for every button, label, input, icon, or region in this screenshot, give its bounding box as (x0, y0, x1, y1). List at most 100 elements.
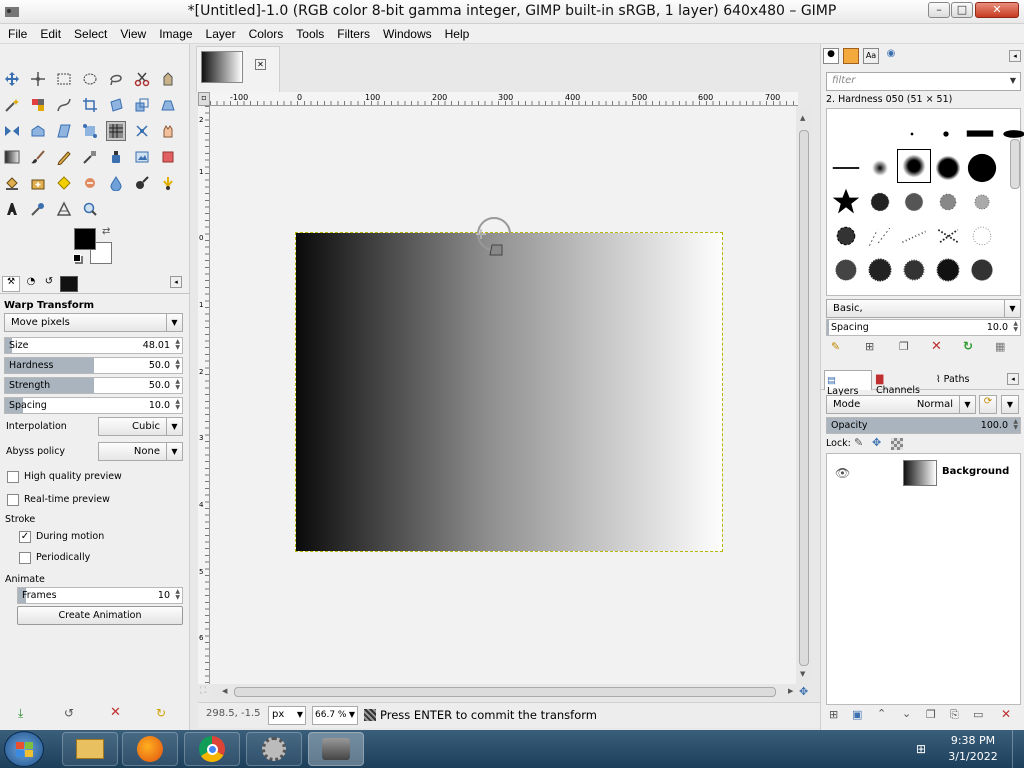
zoom-icon[interactable] (80, 199, 100, 219)
interpolation-select[interactable]: Cubic ▼ (98, 417, 183, 436)
image-tab[interactable]: ✕ (196, 46, 280, 92)
spin-arrows-icon[interactable]: ▲ ▼ (175, 379, 180, 391)
menu-windows[interactable]: Windows (375, 24, 437, 44)
opacity-slider[interactable]: Opacity 100.0 ▲ ▼ (826, 417, 1021, 434)
brush-item[interactable] (829, 219, 863, 253)
align-tool-icon[interactable] (28, 69, 48, 89)
spacing-slider[interactable]: Spacing 10.0 ▲ ▼ (4, 397, 183, 414)
brush-item[interactable] (897, 219, 931, 253)
menu-select[interactable]: Select (66, 24, 112, 44)
raise-layer-icon[interactable]: ⌃ (877, 707, 886, 720)
minimize-button[interactable]: – (928, 2, 950, 18)
maximize-button[interactable]: □ (951, 2, 973, 18)
rect-select-icon[interactable] (54, 69, 74, 89)
delete-brush-icon[interactable]: ✕ (931, 339, 942, 354)
spin-arrows-icon[interactable]: ▲ ▼ (1013, 419, 1018, 431)
unit-select[interactable]: px ▼ (268, 706, 306, 725)
brush-grid[interactable] (826, 108, 1024, 296)
hardness-slider[interactable]: Hardness 50.0 ▲ ▼ (4, 357, 183, 374)
brush-item[interactable] (965, 219, 999, 253)
show-desktop-button[interactable] (1012, 730, 1024, 768)
scroll-down-icon[interactable]: ▼ (800, 670, 805, 678)
visibility-eye-icon[interactable]: 👁 (835, 466, 850, 480)
brush-item[interactable] (931, 185, 965, 219)
dodge-burn-icon[interactable] (132, 173, 152, 193)
shear-tool-icon[interactable] (54, 121, 74, 141)
layer-mask-icon[interactable]: ▭ (973, 708, 983, 721)
heal-tool-icon[interactable] (28, 173, 48, 193)
delete-options-icon[interactable]: ✕ (110, 705, 121, 720)
lasso-icon[interactable] (106, 69, 126, 89)
smudge-icon[interactable] (80, 173, 100, 193)
select-by-color-icon[interactable] (28, 95, 48, 115)
during-motion-checkbox[interactable]: ✓ (19, 531, 31, 543)
taskbar-explorer[interactable] (62, 732, 118, 766)
warp-transform-icon[interactable] (106, 121, 126, 141)
size-slider[interactable]: Size 48.01 ▲ ▼ (4, 337, 183, 354)
zoom-toggle-icon[interactable]: ⛶ (200, 686, 206, 696)
eraser-icon[interactable] (158, 147, 178, 167)
scissors-icon[interactable] (132, 69, 152, 89)
spin-arrows-icon[interactable]: ▲ ▼ (1013, 321, 1018, 333)
duplicate-brush-icon[interactable]: ❐ (899, 340, 909, 353)
taskbar-chrome[interactable] (184, 732, 240, 766)
scale-tool-icon[interactable] (132, 95, 152, 115)
scroll-left-icon[interactable]: ◀ (222, 687, 227, 695)
brush-item[interactable] (863, 151, 897, 185)
spin-arrows-icon[interactable]: ▲ ▼ (175, 359, 180, 371)
layer-mode-dropdown-icon[interactable]: ▼ (1001, 395, 1019, 414)
menu-help[interactable]: Help (437, 24, 475, 44)
taskbar-firefox[interactable] (122, 732, 178, 766)
warp-behavior-select[interactable]: Move pixels ▼ (4, 313, 183, 332)
taskbar-settings[interactable] (246, 732, 302, 766)
brush-item[interactable] (897, 185, 931, 219)
tab-paths[interactable]: ⌇ Paths (934, 370, 978, 390)
menu-colors[interactable]: Colors (241, 24, 289, 44)
handle-transform-icon[interactable] (80, 121, 100, 141)
brush-item[interactable] (829, 151, 863, 185)
tab-layers[interactable]: ▤ Layers (824, 370, 872, 397)
horizontal-scroll-thumb[interactable] (234, 687, 776, 697)
brush-item[interactable] (963, 117, 997, 151)
brush-item[interactable] (931, 151, 965, 185)
fuzzy-select-icon[interactable] (2, 95, 22, 115)
perspective-icon[interactable] (158, 95, 178, 115)
cage-transform-icon[interactable] (28, 121, 48, 141)
brush-item[interactable] (863, 253, 897, 287)
vertical-ruler[interactable]: 2 1 0 1 2 3 4 5 6 (198, 106, 210, 684)
brush-scroll-thumb[interactable] (1010, 139, 1020, 189)
lower-layer-icon[interactable]: ⌄ (902, 707, 911, 720)
pencil-icon[interactable] (54, 147, 74, 167)
brush-item[interactable] (863, 219, 897, 253)
paintbrush-icon[interactable] (28, 147, 48, 167)
new-brush-icon[interactable]: ⊞ (865, 340, 874, 353)
menu-edit[interactable]: Edit (32, 24, 66, 44)
vertical-scroll-thumb[interactable] (799, 130, 809, 666)
unified-transform-icon[interactable] (106, 95, 126, 115)
brush-item[interactable] (965, 253, 999, 287)
color-picker-icon[interactable] (28, 199, 48, 219)
close-tab-icon[interactable]: ✕ (255, 59, 266, 70)
lock-position-icon[interactable]: ✥ (872, 436, 881, 449)
brush-preset-select[interactable]: Basic, ▼ (826, 299, 1021, 318)
layer-name[interactable]: Background (942, 466, 1009, 477)
start-button[interactable] (4, 731, 44, 767)
brushes-as-image-icon[interactable]: ▦ (995, 340, 1005, 353)
undo-history-tab-icon[interactable]: ↺ (40, 276, 58, 292)
foreground-select-icon[interactable] (158, 69, 178, 89)
lock-alpha-icon[interactable] (891, 438, 903, 450)
bucket-fill-icon[interactable] (2, 173, 22, 193)
periodically-checkbox[interactable] (19, 552, 31, 564)
create-animation-button[interactable]: Create Animation (17, 606, 183, 625)
network-icon[interactable]: ⊞ (916, 742, 926, 756)
reset-options-icon[interactable]: ↻ (156, 706, 166, 720)
text-tool-icon[interactable] (2, 199, 22, 219)
scroll-right-icon[interactable]: ▶ (788, 687, 793, 695)
images-tab-icon[interactable] (60, 276, 78, 292)
swap-colors-icon[interactable]: ⇄ (102, 226, 110, 237)
refresh-brushes-icon[interactable]: ↻ (963, 339, 973, 353)
high-quality-checkbox[interactable] (7, 471, 19, 483)
vertical-scrollbar[interactable]: ▲ ▼ (796, 106, 812, 684)
tab-menu-icon[interactable]: ◂ (170, 276, 182, 288)
menu-tools[interactable]: Tools (288, 24, 329, 44)
